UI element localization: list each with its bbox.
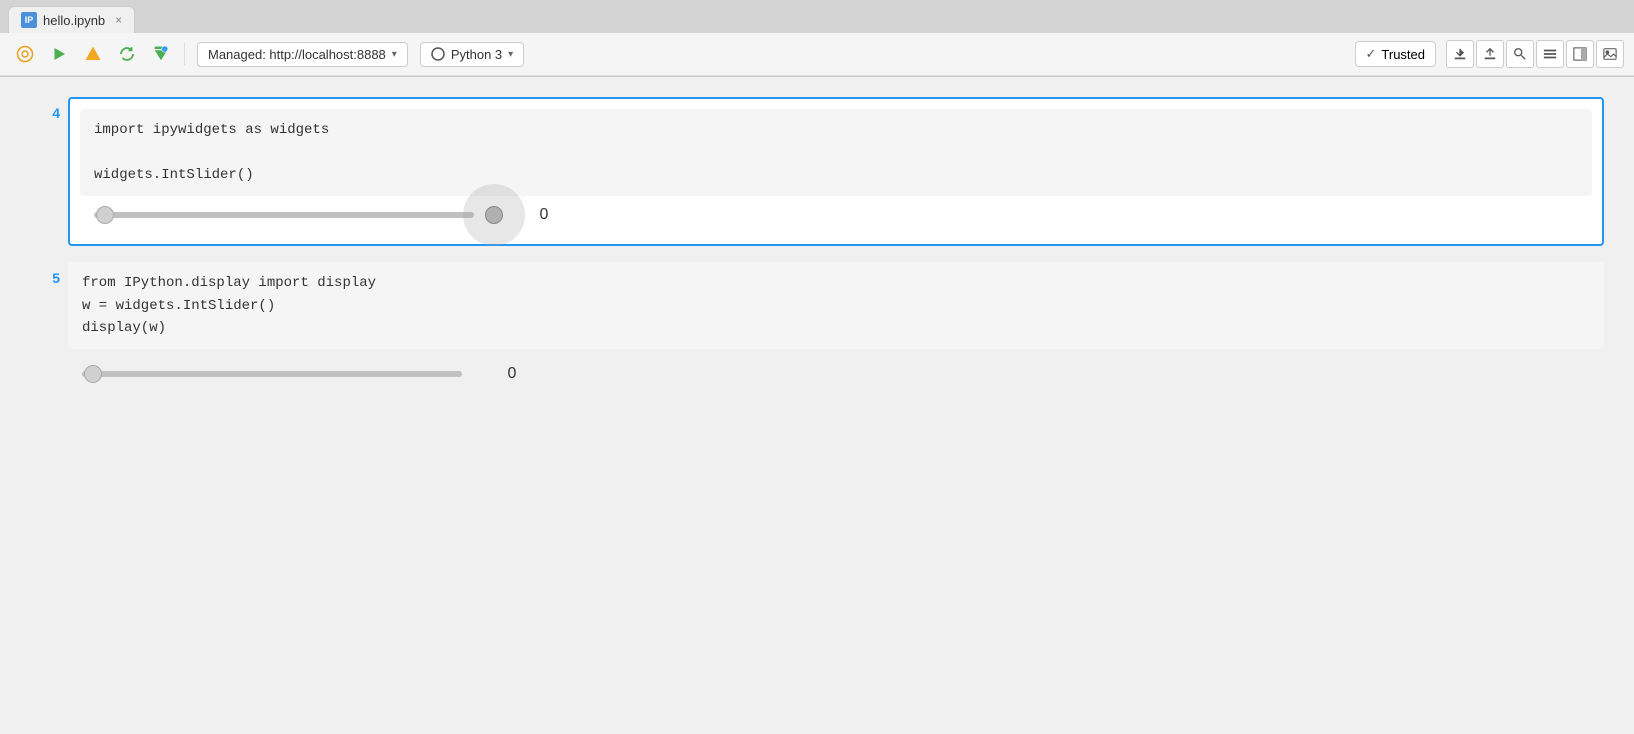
cell-4-slider-track <box>94 212 474 218</box>
cell-5-line-3: display(w) <box>82 317 1590 339</box>
notebook-tab[interactable]: IP hello.ipynb × <box>8 6 135 33</box>
cell-4-slider-track-area[interactable] <box>94 212 474 218</box>
python-circle-icon <box>431 47 445 61</box>
menu-icon-button[interactable] <box>1536 40 1564 68</box>
run-button[interactable] <box>44 39 74 69</box>
search-icon <box>1513 47 1527 61</box>
hamburger-icon <box>1543 47 1557 61</box>
python-label: Python 3 <box>451 47 502 62</box>
panel-icon <box>1573 47 1587 61</box>
python-kernel-dropdown[interactable]: Python 3 ▾ <box>420 42 524 67</box>
tab-close-button[interactable]: × <box>115 13 122 27</box>
cell-number-5: 5 <box>30 262 60 393</box>
kernel-arrow: ▾ <box>392 49 397 60</box>
cell-4: 4 import ipywidgets as widgets widgets.I… <box>30 97 1604 246</box>
search-icon-button[interactable] <box>1506 40 1534 68</box>
kernel-dropdown[interactable]: Managed: http://localhost:8888 ▾ <box>197 42 408 67</box>
cell-5: 5 from IPython.display import display w … <box>30 262 1604 393</box>
cell-5-line-1: from IPython.display import display <box>82 272 1590 294</box>
save-button[interactable] <box>10 39 40 69</box>
trusted-button[interactable]: ✓ Trusted <box>1355 41 1437 67</box>
cell-5-output: 0 <box>68 349 1604 393</box>
cell-5-slider-thumb[interactable] <box>84 365 102 383</box>
cell-5-line-2: w = widgets.IntSlider() <box>82 295 1590 317</box>
cell-5-content[interactable]: from IPython.display import display w = … <box>68 262 1604 393</box>
cell-4-slider-hover <box>463 184 525 246</box>
download-icon-button[interactable] <box>1446 40 1474 68</box>
cell-4-output: 0 <box>80 196 1592 234</box>
cell-4-line-1: import ipywidgets as widgets <box>94 119 1578 141</box>
notebook: 4 import ipywidgets as widgets widgets.I… <box>0 77 1634 677</box>
upload-icon-button[interactable] <box>1476 40 1504 68</box>
cell-5-slider-value: 0 <box>502 365 522 383</box>
svg-text:↑: ↑ <box>164 47 166 52</box>
upload-icon <box>1483 47 1497 61</box>
cell-number-4: 4 <box>30 97 60 246</box>
image-icon-button[interactable] <box>1596 40 1624 68</box>
toolbar-separator-1 <box>184 43 185 65</box>
image-icon <box>1603 47 1617 61</box>
tab-label: hello.ipynb <box>43 13 105 28</box>
cell-5-slider-track <box>82 371 462 377</box>
tab-icon: IP <box>21 12 37 28</box>
cell-4-content[interactable]: import ipywidgets as widgets widgets.Int… <box>68 97 1604 246</box>
download-icon <box>1453 47 1467 61</box>
cell-4-code: import ipywidgets as widgets widgets.Int… <box>80 109 1592 196</box>
right-icons <box>1446 40 1624 68</box>
browser-chrome: IP hello.ipynb × <box>0 0 1634 77</box>
panel-icon-button[interactable] <box>1566 40 1594 68</box>
cell-4-line-3: widgets.IntSlider() <box>94 164 1578 186</box>
trusted-checkmark: ✓ <box>1366 46 1377 62</box>
python-arrow: ▾ <box>508 49 513 60</box>
cell-4-slider-value: 0 <box>534 206 554 224</box>
cell-5-code: from IPython.display import display w = … <box>68 262 1604 349</box>
toolbar: ↑ Managed: http://localhost:8888 ▾ Pytho… <box>0 33 1634 76</box>
tab-bar: IP hello.ipynb × <box>0 0 1634 33</box>
add-widget-button[interactable]: ↑ <box>146 39 176 69</box>
interrupt-button[interactable] <box>78 39 108 69</box>
restart-button[interactable] <box>112 39 142 69</box>
trusted-label: Trusted <box>1381 47 1425 62</box>
cell-4-slider-thumb[interactable] <box>96 206 114 224</box>
cell-4-line-2 <box>94 141 1578 163</box>
cell-5-slider-track-area[interactable] <box>82 371 462 377</box>
cell-4-slider-active-thumb <box>485 206 503 224</box>
kernel-label: Managed: http://localhost:8888 <box>208 47 386 62</box>
